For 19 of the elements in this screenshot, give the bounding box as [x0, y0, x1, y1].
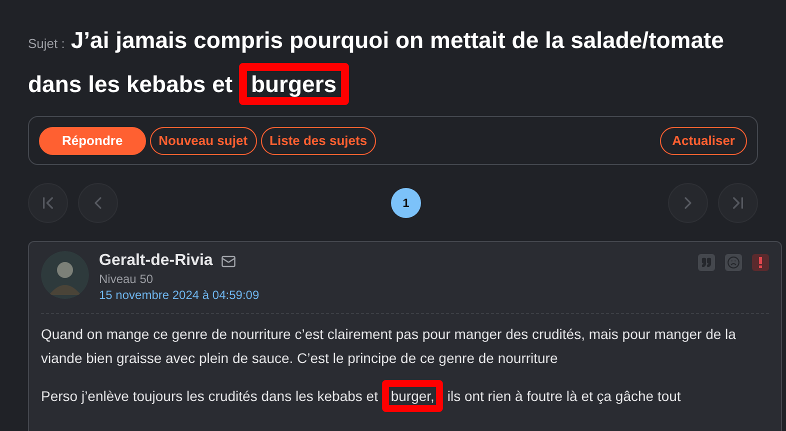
reply-button[interactable]: Répondre: [39, 126, 146, 154]
post-paragraph: Quand on mange ce genre de nourriture c’est clairement pas pour manger des crudités, mais pour manger de la viande bien graisse avec plein de sauce. C’est le principe de ce genre de nourriture: [41, 325, 737, 368]
action-button[interactable]: Nouveau sujet: [150, 126, 257, 154]
last-page-button[interactable]: [718, 183, 758, 223]
avatar: [41, 251, 89, 299]
author-level: Niveau 50: [99, 271, 154, 287]
topic-heading: Sujet : J’ai jamais compris pourquoi on mettait de la salade/tomate dans les kebabs et burgers: [28, 20, 772, 108]
post-date[interactable]: 15 novembre 2024 à 04:59:09: [99, 287, 260, 303]
quote-icon[interactable]: [698, 254, 715, 271]
mail-icon[interactable]: [220, 254, 236, 268]
next-page-button[interactable]: [668, 183, 708, 223]
sad-face-icon[interactable]: [725, 254, 742, 271]
author-name[interactable]: Geralt-de-Rivia: [99, 251, 213, 271]
action-button[interactable]: Liste des sujets: [260, 126, 376, 154]
first-page-button[interactable]: [28, 183, 68, 223]
page-button[interactable]: 1: [391, 188, 421, 218]
report-icon[interactable]: [752, 254, 769, 271]
previous-page-button[interactable]: [78, 183, 118, 223]
refresh-button[interactable]: Actualiser: [660, 126, 747, 154]
